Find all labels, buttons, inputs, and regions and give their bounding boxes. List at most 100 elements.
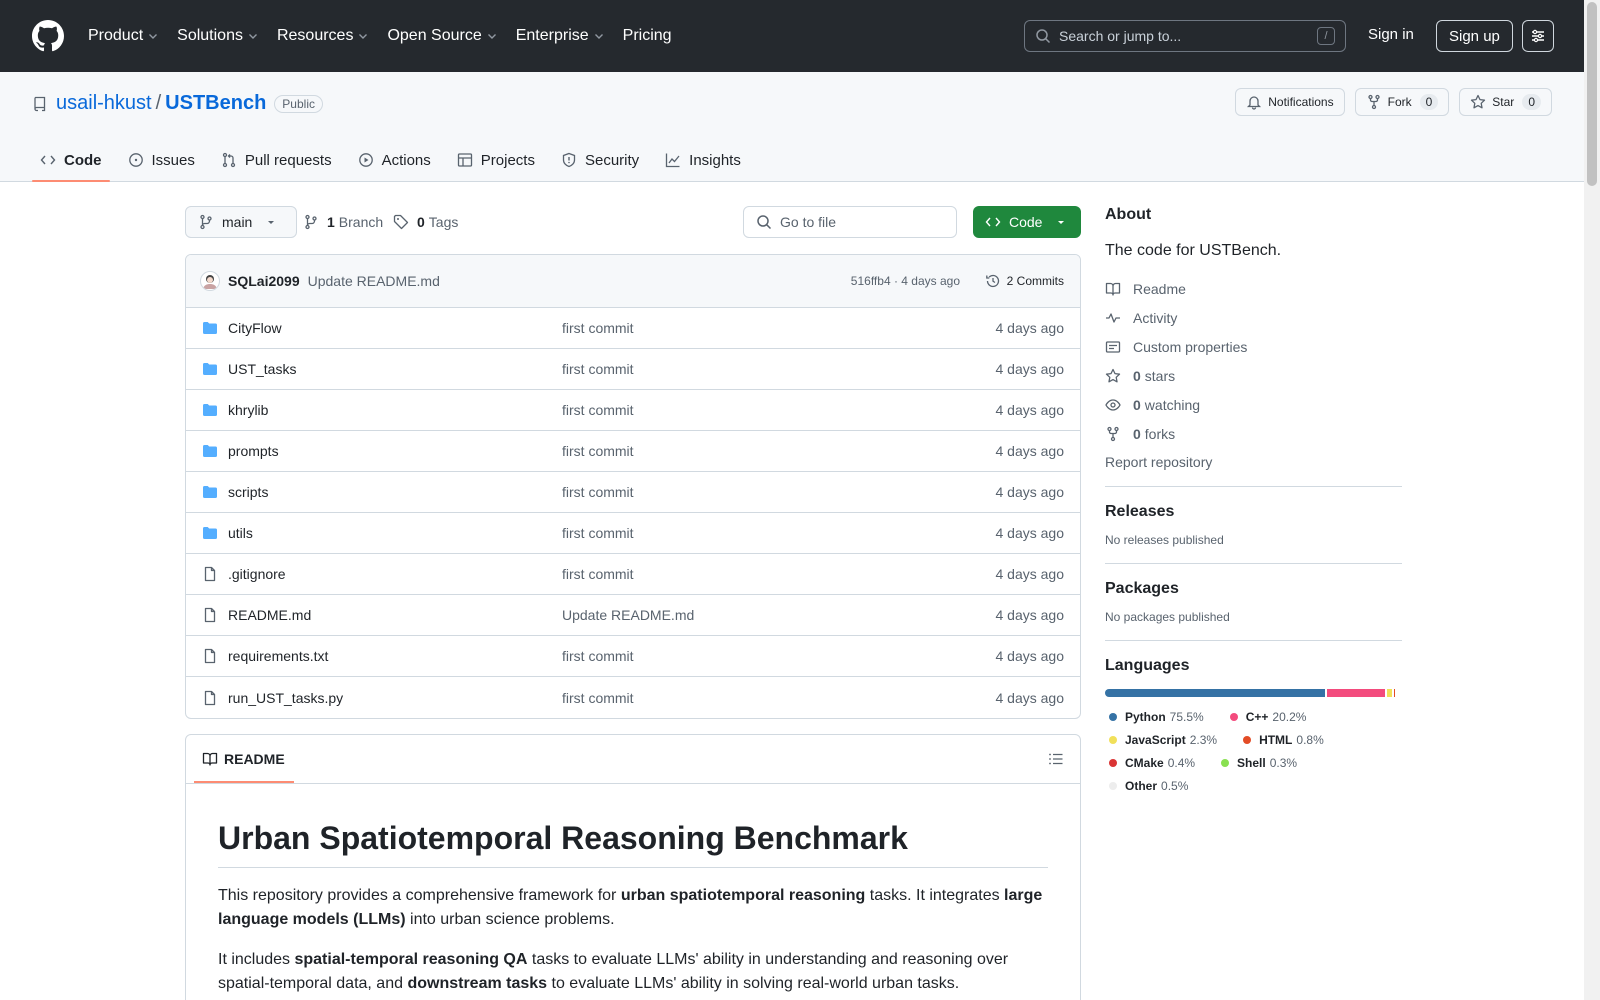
repo-name-link[interactable]: USTBench <box>165 92 266 115</box>
fork-button[interactable]: Fork 0 <box>1354 88 1450 116</box>
language-percent: 0.4% <box>1167 755 1196 770</box>
repo-owner-link[interactable]: usail-hkust <box>56 92 152 115</box>
file-name-link[interactable]: scripts <box>228 484 562 500</box>
code-button-label: Code <box>1009 214 1043 230</box>
go-to-file-input[interactable]: Go to file <box>743 206 957 238</box>
play-icon <box>358 153 373 167</box>
page-scrollbar[interactable] <box>1584 0 1600 1000</box>
commit-hash-time[interactable]: 516ffb4 · 4 days ago <box>851 274 960 288</box>
star-button[interactable]: Star 0 <box>1459 88 1552 116</box>
commits-history-link[interactable]: 2 Commits <box>985 273 1064 289</box>
report-repository-link[interactable]: Report repository <box>1105 454 1402 470</box>
avatar[interactable] <box>200 271 220 291</box>
file-commit-message[interactable]: first commit <box>562 690 634 706</box>
language-item[interactable]: JavaScript 2.3% <box>1105 728 1217 751</box>
site-menu-button[interactable] <box>1522 20 1554 52</box>
language-item[interactable]: CMake 0.4% <box>1105 751 1195 774</box>
nav-product[interactable]: Product <box>88 27 159 45</box>
github-logo-icon[interactable] <box>32 20 64 52</box>
branch-selector[interactable]: main <box>185 206 298 238</box>
custom-properties-link[interactable]: Custom properties <box>1105 332 1402 361</box>
commit-author-link[interactable]: SQLai2099 <box>228 273 300 289</box>
tab-security[interactable]: Security <box>553 138 647 182</box>
file-name-link[interactable]: khrylib <box>228 402 562 418</box>
readme-tab[interactable]: README <box>202 735 285 784</box>
nav-pricing[interactable]: Pricing <box>623 27 672 45</box>
readme-text-run: urban spatiotemporal reasoning <box>620 887 866 904</box>
file-name-link[interactable]: prompts <box>228 443 562 459</box>
file-commit-message[interactable]: first commit <box>562 361 634 377</box>
file-name-link[interactable]: utils <box>228 525 562 541</box>
pulse-icon <box>1106 312 1120 323</box>
table-row[interactable]: khrylib first commit 4 days ago <box>186 390 1080 431</box>
file-name-link[interactable]: CityFlow <box>228 320 562 336</box>
file-commit-message[interactable]: first commit <box>562 320 634 336</box>
table-row[interactable]: .gitignore first commit 4 days ago <box>186 554 1080 595</box>
readme-link[interactable]: Readme <box>1105 274 1402 303</box>
stars-link[interactable]: 0 stars <box>1105 361 1402 390</box>
search-placeholder: Search or jump to... <box>1059 28 1182 44</box>
commit-message-link[interactable]: Update README.md <box>308 273 440 289</box>
list-unordered-icon[interactable] <box>1048 751 1064 767</box>
language-color-dot <box>1109 781 1117 790</box>
file-name-link[interactable]: requirements.txt <box>228 648 562 664</box>
file-name-link[interactable]: .gitignore <box>228 566 562 582</box>
repo-header: usail-hkust / USTBench Public Notificati… <box>0 72 1584 182</box>
nav-label: Open Source <box>387 27 482 44</box>
sign-up-button[interactable]: Sign up <box>1436 20 1513 52</box>
file-name-link[interactable]: run_UST_tasks.py <box>228 690 562 706</box>
file-commit-message[interactable]: first commit <box>562 484 634 500</box>
chevron-down-icon <box>487 34 496 39</box>
language-bar-segment[interactable] <box>1386 689 1392 697</box>
file-commit-message[interactable]: first commit <box>562 648 634 664</box>
table-row[interactable]: README.md Update README.md 4 days ago <box>186 595 1080 636</box>
language-item[interactable]: Python 75.5% <box>1105 705 1204 728</box>
table-row[interactable]: utils first commit 4 days ago <box>186 513 1080 554</box>
file-commit-message[interactable]: first commit <box>562 402 634 418</box>
table-row[interactable]: CityFlow first commit 4 days ago <box>186 308 1080 349</box>
watching-link[interactable]: 0 watching <box>1105 390 1402 419</box>
tab-insights[interactable]: Insights <box>657 138 749 182</box>
branches-link[interactable]: 1 Branch <box>303 206 383 238</box>
tab-projects[interactable]: Projects <box>449 138 543 182</box>
tab-code[interactable]: Code <box>32 138 110 182</box>
sign-in-link[interactable]: Sign in <box>1368 26 1414 43</box>
scrollbar-thumb[interactable] <box>1587 2 1597 186</box>
global-search-input[interactable]: Search or jump to... / <box>1024 20 1346 52</box>
language-bar-segment[interactable] <box>1105 689 1326 697</box>
nav-enterprise[interactable]: Enterprise <box>516 27 605 45</box>
packages-heading[interactable]: Packages <box>1105 580 1402 598</box>
file-toolbar: main 1 Branch 0 Tags Go to file Code <box>185 206 1081 238</box>
tags-link[interactable]: 0 Tags <box>393 206 458 238</box>
language-item[interactable]: Shell 0.3% <box>1217 751 1297 774</box>
file-commit-message[interactable]: first commit <box>562 566 634 582</box>
tab-issues[interactable]: Issues <box>120 138 203 182</box>
table-row[interactable]: requirements.txt first commit 4 days ago <box>186 636 1080 677</box>
releases-heading[interactable]: Releases <box>1105 503 1402 521</box>
tag-icon <box>393 214 409 230</box>
graph-icon <box>666 153 680 168</box>
file-commit-message[interactable]: first commit <box>562 525 634 541</box>
file-commit-message[interactable]: first commit <box>562 443 634 459</box>
table-row[interactable]: run_UST_tasks.py first commit 4 days ago <box>186 677 1080 718</box>
code-dropdown-button[interactable]: Code <box>973 206 1081 238</box>
table-row[interactable]: scripts first commit 4 days ago <box>186 472 1080 513</box>
nav-open-source[interactable]: Open Source <box>387 27 497 45</box>
language-bar-segment[interactable] <box>1327 689 1385 697</box>
tab-actions[interactable]: Actions <box>350 138 439 182</box>
language-item[interactable]: HTML 0.8% <box>1239 728 1324 751</box>
language-item[interactable]: Other 0.5% <box>1105 774 1188 797</box>
nav-solutions[interactable]: Solutions <box>177 27 259 45</box>
file-name-link[interactable]: README.md <box>228 607 562 623</box>
activity-link[interactable]: Activity <box>1105 303 1402 332</box>
tab-pull-requests[interactable]: Pull requests <box>213 138 340 182</box>
table-row[interactable]: prompts first commit 4 days ago <box>186 431 1080 472</box>
language-item[interactable]: C++ 20.2% <box>1226 705 1306 728</box>
file-commit-message[interactable]: Update README.md <box>562 607 694 623</box>
readme-text-run: tasks. It integrates <box>865 887 1005 904</box>
forks-link[interactable]: 0 forks <box>1105 419 1402 448</box>
nav-resources[interactable]: Resources <box>277 27 369 45</box>
file-name-link[interactable]: UST_tasks <box>228 361 562 377</box>
notifications-button[interactable]: Notifications <box>1235 88 1345 116</box>
table-row[interactable]: UST_tasks first commit 4 days ago <box>186 349 1080 390</box>
